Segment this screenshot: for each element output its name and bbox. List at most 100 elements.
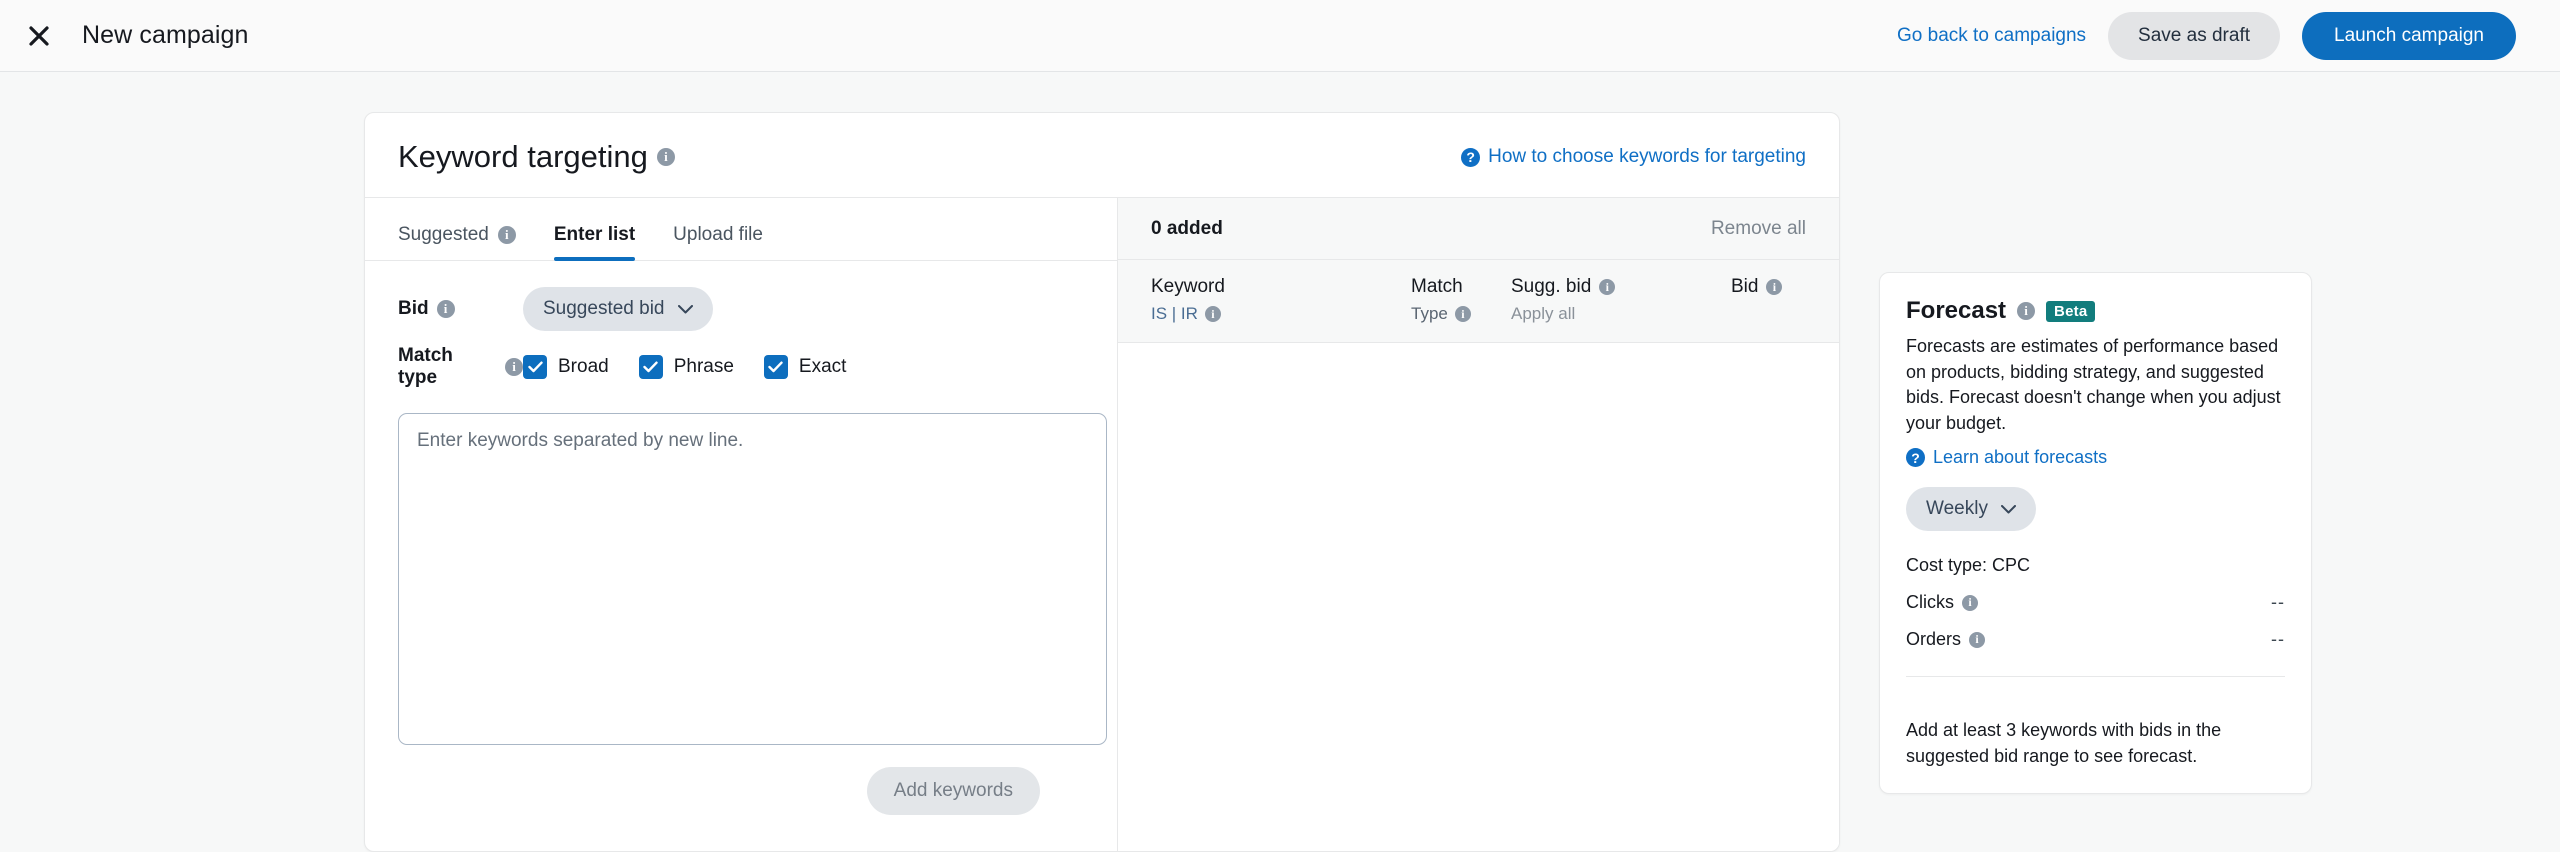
added-keywords-column-headers: Keyword IS | IR i Match Type i Sugg. bid… (1118, 260, 1839, 343)
added-count: 0 added (1151, 217, 1223, 239)
keyword-card-body: Suggested i Enter list Upload file Bid i… (365, 197, 1839, 851)
checkbox-broad[interactable]: Broad (523, 355, 609, 379)
column-keyword-sub: IS | IR i (1151, 304, 1411, 324)
launch-campaign-button[interactable]: Launch campaign (2302, 11, 2516, 60)
column-sugg-bid-label: Sugg. bid (1511, 276, 1592, 297)
column-bid: Bid i (1731, 276, 1806, 324)
save-as-draft-button[interactable]: Save as draft (2108, 11, 2280, 60)
tab-upload-file[interactable]: Upload file (673, 224, 763, 260)
column-bid-label: Bid (1731, 276, 1759, 297)
keyword-source-tabs: Suggested i Enter list Upload file (365, 198, 1117, 261)
forecast-clicks-value: -- (2271, 592, 2285, 613)
keyword-targeting-card: Keyword targeting i ? How to choose keyw… (364, 112, 1840, 852)
info-icon[interactable]: i (656, 148, 675, 166)
keyword-entry-panel: Suggested i Enter list Upload file Bid i… (365, 198, 1118, 851)
close-icon[interactable] (18, 15, 60, 57)
chevron-down-icon (2000, 504, 2016, 514)
keyword-targeting-title-text: Keyword targeting (398, 139, 648, 174)
column-sugg-bid-line: Sugg. bid i (1511, 276, 1731, 298)
forecast-orders-label-group: Orders i (1906, 629, 1986, 650)
tab-enter-list-label: Enter list (553, 224, 636, 245)
forecast-divider (1906, 676, 2285, 678)
forecast-title: Forecast (1906, 297, 2007, 324)
forecast-note: Add at least 3 keywords with bids in the… (1906, 720, 2222, 767)
checkmark-icon (523, 355, 547, 379)
forecast-clicks-label-group: Clicks i (1906, 592, 1978, 613)
column-match-type: Match Type i (1411, 276, 1511, 324)
bid-label-text: Bid (398, 298, 429, 319)
top-bar-actions: Go back to campaigns Save as draft Launc… (1897, 11, 2516, 60)
keyword-targeting-title: Keyword targeting i (398, 139, 675, 175)
page-title: New campaign (82, 21, 249, 49)
bid-type-value: Suggested bid (543, 298, 665, 319)
added-keywords-list-empty (1118, 343, 1839, 851)
learn-about-forecasts-link[interactable]: ? Learn about forecasts (1906, 447, 2285, 468)
checkmark-icon (763, 355, 788, 379)
add-keywords-row: Add keywords (398, 745, 1084, 815)
added-keywords-bar: 0 added Remove all (1118, 198, 1839, 260)
info-icon[interactable]: i (1766, 279, 1783, 295)
keyword-entry-form: Bid i Suggested bid Match type i Broad P… (365, 261, 1117, 851)
column-is-ir-label: IS | IR (1151, 304, 1198, 323)
keyword-card-header: Keyword targeting i ? How to choose keyw… (365, 113, 1839, 197)
forecast-period-value: Weekly (1926, 498, 1988, 520)
bid-row: Bid i Suggested bid (398, 287, 1084, 331)
column-keyword: Keyword IS | IR i (1151, 276, 1411, 324)
remove-all-button[interactable]: Remove all (1711, 218, 1806, 240)
checkbox-phrase[interactable]: Phrase (638, 355, 734, 379)
chevron-down-icon (677, 304, 693, 313)
tab-suggested-label: Suggested (398, 224, 489, 245)
info-icon[interactable]: i (1969, 631, 1986, 648)
info-icon[interactable]: i (1204, 306, 1221, 322)
column-match-sub: Type i (1411, 304, 1511, 324)
bid-type-select[interactable]: Suggested bid (523, 287, 713, 331)
keywords-textarea[interactable] (398, 413, 1107, 745)
checkbox-exact[interactable]: Exact (763, 355, 846, 379)
info-icon[interactable]: i (1962, 594, 1978, 611)
forecast-orders-label: Orders (1906, 629, 1962, 650)
info-icon[interactable]: i (2017, 302, 2036, 320)
forecast-period-select[interactable]: Weekly (1906, 487, 2036, 532)
forecast-clicks-label: Clicks (1906, 592, 1954, 613)
apply-all-button[interactable]: Apply all (1511, 304, 1731, 324)
how-to-choose-keywords-link[interactable]: ? How to choose keywords for targeting (1461, 146, 1806, 168)
learn-about-forecasts-label: Learn about forecasts (1933, 447, 2108, 468)
tab-enter-list[interactable]: Enter list (553, 224, 636, 261)
forecast-orders-value: -- (2271, 629, 2285, 650)
tab-upload-file-label: Upload file (673, 224, 763, 245)
add-keywords-button[interactable]: Add keywords (866, 767, 1040, 815)
how-to-choose-keywords-label: How to choose keywords for targeting (1488, 146, 1806, 167)
checkmark-icon (638, 355, 663, 379)
forecast-panel: Forecast i Beta Forecasts are estimates … (1879, 272, 2312, 795)
forecast-metric-clicks: Clicks i -- (1906, 576, 2285, 613)
page-body: Keyword targeting i ? How to choose keyw… (0, 72, 2560, 852)
column-keyword-label: Keyword (1151, 276, 1225, 297)
match-type-label-text: Match type (398, 345, 453, 388)
forecast-content: Forecast i Beta Forecasts are estimates … (1880, 273, 2311, 697)
info-icon[interactable]: i (505, 358, 523, 376)
forecast-period-row: Weekly (1906, 487, 2285, 532)
match-type-checkboxes: Broad Phrase Exact (523, 355, 846, 379)
column-match-label: Match (1411, 276, 1463, 297)
info-icon[interactable]: i (1454, 306, 1471, 322)
info-icon[interactable]: i (497, 226, 516, 244)
column-suggested-bid: Sugg. bid i Apply all (1511, 276, 1731, 324)
column-type-label: Type (1411, 304, 1448, 323)
added-keywords-panel: 0 added Remove all Keyword IS | IR i Mat… (1118, 198, 1839, 851)
info-icon[interactable]: i (1599, 279, 1616, 295)
bid-label: Bid i (398, 298, 523, 320)
match-type-label: Match type i (398, 345, 523, 389)
top-bar: New campaign Go back to campaigns Save a… (0, 0, 2560, 72)
forecast-cost-type: Cost type: CPC (1906, 555, 2031, 576)
forecast-description: Forecasts are estimates of performance b… (1906, 336, 2281, 433)
tab-suggested[interactable]: Suggested i (398, 224, 516, 260)
forecast-header: Forecast i Beta (1906, 297, 2285, 325)
go-back-to-campaigns-link[interactable]: Go back to campaigns (1897, 25, 2086, 47)
info-icon[interactable]: i (436, 300, 455, 318)
question-mark-icon: ? (1461, 147, 1481, 167)
checkbox-broad-label: Broad (558, 356, 609, 377)
beta-badge: Beta (2046, 300, 2096, 322)
checkbox-phrase-label: Phrase (673, 356, 734, 377)
forecast-metric-orders: Orders i -- (1906, 613, 2285, 650)
column-bid-line: Bid i (1731, 276, 1806, 298)
